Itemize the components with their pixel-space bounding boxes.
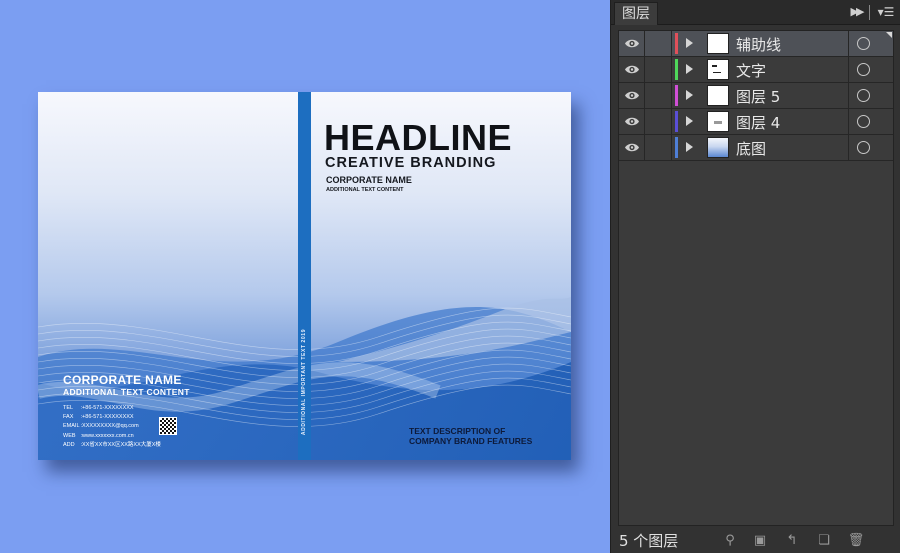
expand-arrow-icon[interactable] [686, 142, 693, 152]
layer-thumbnail [707, 59, 729, 80]
collapse-panel-icon[interactable]: ▶▶ [847, 4, 865, 20]
trash-icon[interactable]: 🗑 [847, 532, 865, 548]
lock-toggle[interactable] [646, 83, 672, 108]
layer-color-indicator [675, 111, 678, 132]
cover-additional-text: ADDITIONAL TEXT CONTENT [326, 187, 404, 193]
layer-color-indicator [675, 59, 678, 80]
layer-thumbnail [707, 33, 729, 54]
layer-name[interactable]: 图层 4 [736, 112, 780, 133]
layer-row[interactable]: 图层 4 [619, 109, 893, 135]
lock-toggle[interactable] [646, 57, 672, 82]
search-icon[interactable]: ⚲ [721, 532, 739, 548]
target-circle-icon[interactable] [848, 57, 893, 82]
selection-corner-indicator [886, 32, 892, 38]
brand-description: TEXT DESCRIPTION OF COMPANY BRAND FEATUR… [409, 426, 533, 446]
back-contact-block: TEL :+86-571-XXXXXXXX FAX :+86-571-XXXXX… [63, 404, 161, 450]
target-circle-icon[interactable] [848, 135, 893, 160]
sublayer-icon[interactable]: ↰ [783, 532, 801, 548]
visibility-eye-icon[interactable] [619, 83, 645, 108]
layer-count: 5 个图层 [619, 532, 679, 550]
layer-name[interactable]: 底图 [736, 138, 766, 159]
cover-headline: HEADLINE [324, 117, 513, 158]
clipping-mask-icon[interactable]: ▣ [751, 532, 769, 548]
target-circle-icon[interactable] [848, 83, 893, 108]
visibility-eye-icon[interactable] [619, 57, 645, 82]
layer-name[interactable]: 图层 5 [736, 86, 780, 107]
contact-line: FAX :+86-571-XXXXXXXX [63, 414, 134, 421]
panel-header: 图层 ▶▶ ▾☰ [611, 0, 900, 25]
header-divider [869, 5, 870, 20]
target-circle-icon[interactable] [848, 109, 893, 134]
new-layer-icon[interactable]: ❏ [815, 532, 833, 548]
contact-line: ADD :XX省XX市XX区XX路XX大厦X楼 [63, 441, 161, 448]
expand-arrow-icon[interactable] [686, 116, 693, 126]
layer-row[interactable]: 底图 [619, 135, 893, 161]
layer-thumbnail [707, 111, 729, 132]
layer-thumbnail [707, 85, 729, 106]
expand-arrow-icon[interactable] [686, 38, 693, 48]
spine-text: ADDITIONAL IMPORTANT TEXT 2019 [301, 328, 307, 436]
contact-line: EMAIL :XXXXXXXXX@qq.com [63, 423, 139, 430]
expand-arrow-icon[interactable] [686, 64, 693, 74]
layer-name[interactable]: 文字 [736, 60, 766, 81]
contact-line: WEB :www.xxxxxxx.com.cn [63, 432, 134, 439]
panel-menu-icon[interactable]: ▾☰ [875, 4, 897, 20]
layer-row[interactable]: 图层 5 [619, 83, 893, 109]
layers-panel: 图层 ▶▶ ▾☰ 辅助线文字图层 5 图层 4 底图 5 个图层 ⚲ ▣ ↰ ❏ 🗑 [610, 0, 900, 553]
expand-arrow-icon[interactable] [686, 90, 693, 100]
layer-color-indicator [675, 85, 678, 106]
lock-toggle[interactable] [646, 135, 672, 160]
lock-toggle[interactable] [646, 31, 672, 56]
layer-row[interactable]: 辅助线 [619, 31, 893, 57]
visibility-eye-icon[interactable] [619, 135, 645, 160]
panel-footer: 5 个图层 ⚲ ▣ ↰ ❏ 🗑 [611, 527, 900, 553]
back-corporate-name: CORPORATE NAME [63, 373, 182, 387]
cover-subheadline: CREATIVE BRANDING [325, 155, 497, 171]
tab-layers[interactable]: 图层 [614, 2, 658, 25]
layer-color-indicator [675, 137, 678, 158]
layer-list: 辅助线文字图层 5 图层 4 底图 [618, 30, 894, 526]
layer-name[interactable]: 辅助线 [736, 34, 781, 55]
lock-toggle[interactable] [646, 109, 672, 134]
visibility-eye-icon[interactable] [619, 31, 645, 56]
book-cover-artwork[interactable]: ADDITIONAL IMPORTANT TEXT 2019 HEADLINE … [38, 92, 571, 460]
layer-color-indicator [675, 33, 678, 54]
visibility-eye-icon[interactable] [619, 109, 645, 134]
back-additional-text: ADDITIONAL TEXT CONTENT [63, 387, 190, 397]
cover-corporate-name: CORPORATE NAME [326, 175, 412, 185]
layer-row[interactable]: 文字 [619, 57, 893, 83]
contact-line: TEL :+86-571-XXXXXXXX [63, 405, 134, 411]
qr-code [159, 417, 177, 435]
layer-thumbnail [707, 137, 729, 158]
